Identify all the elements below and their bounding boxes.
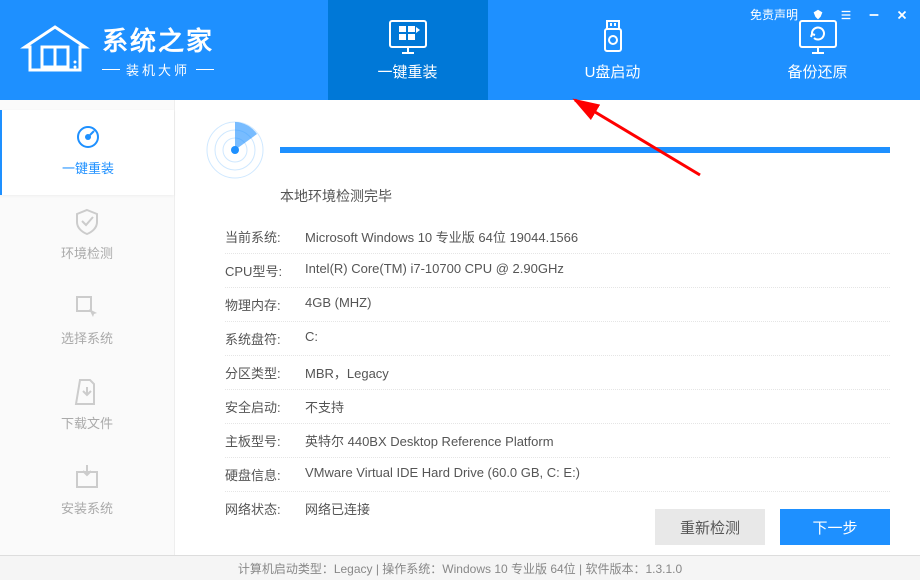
tab-usb-boot[interactable]: U盘启动 bbox=[533, 0, 693, 100]
user-icon[interactable] bbox=[810, 7, 826, 23]
progress-bar bbox=[280, 147, 890, 153]
info-row-motherboard: 主板型号:英特尔 440BX Desktop Reference Platfor… bbox=[225, 424, 890, 458]
info-label: 当前系统: bbox=[225, 227, 305, 246]
info-label: 安全启动: bbox=[225, 397, 305, 416]
info-row-os: 当前系统:Microsoft Windows 10 专业版 64位 19044.… bbox=[225, 220, 890, 254]
app-header: 系统之家 装机大师 一键重装 U盘启动 备份还原 免责声明 bbox=[0, 0, 920, 100]
info-value: 4GB (MHZ) bbox=[305, 295, 890, 314]
progress-status-text: 本地环境检测完毕 bbox=[280, 186, 890, 206]
action-buttons: 重新检测 下一步 bbox=[655, 509, 890, 545]
close-icon[interactable] bbox=[894, 7, 910, 23]
info-label: 硬盘信息: bbox=[225, 465, 305, 484]
sidebar-label: 下载文件 bbox=[0, 413, 174, 432]
app-title: 系统之家 bbox=[102, 21, 214, 58]
info-row-sysdrive: 系统盘符:C: bbox=[225, 322, 890, 356]
tab-label: U盘启动 bbox=[585, 61, 641, 82]
body-area: 一键重装 环境检测 选择系统 下载文件 安装系统 bbox=[0, 100, 920, 555]
sidebar-label: 环境检测 bbox=[0, 243, 174, 262]
target-icon bbox=[73, 122, 103, 152]
info-value: VMware Virtual IDE Hard Drive (60.0 GB, … bbox=[305, 465, 890, 484]
radar-spinner-icon bbox=[205, 120, 265, 180]
minimize-icon[interactable] bbox=[866, 7, 882, 23]
system-info-list: 当前系统:Microsoft Windows 10 专业版 64位 19044.… bbox=[225, 220, 890, 525]
info-label: 主板型号: bbox=[225, 431, 305, 450]
info-value: Microsoft Windows 10 专业版 64位 19044.1566 bbox=[305, 227, 890, 246]
next-button[interactable]: 下一步 bbox=[780, 509, 890, 545]
logo-area: 系统之家 装机大师 bbox=[0, 21, 305, 79]
disclaimer-link[interactable]: 免责声明 bbox=[750, 6, 798, 23]
progress-row bbox=[205, 120, 890, 180]
status-text: 计算机启动类型：Legacy | 操作系统：Windows 10 专业版 64位… bbox=[238, 560, 682, 577]
sidebar: 一键重装 环境检测 选择系统 下载文件 安装系统 bbox=[0, 100, 175, 555]
tab-label: 一键重装 bbox=[377, 61, 437, 82]
redetect-button[interactable]: 重新检测 bbox=[655, 509, 765, 545]
tab-reinstall[interactable]: 一键重装 bbox=[328, 0, 488, 100]
sidebar-item-download[interactable]: 下载文件 bbox=[0, 365, 174, 450]
info-label: 网络状态: bbox=[225, 499, 305, 518]
sidebar-item-install[interactable]: 安装系统 bbox=[0, 450, 174, 535]
info-row-memory: 物理内存:4GB (MHZ) bbox=[225, 288, 890, 322]
info-value: MBR，Legacy bbox=[305, 363, 890, 382]
install-box-icon bbox=[72, 462, 102, 492]
shield-check-icon bbox=[72, 207, 102, 237]
tab-label: 备份还原 bbox=[787, 61, 847, 82]
info-label: CPU型号: bbox=[225, 261, 305, 280]
download-file-icon bbox=[72, 377, 102, 407]
window-controls: 免责声明 bbox=[750, 6, 910, 23]
info-value: C: bbox=[305, 329, 890, 348]
settings-icon[interactable] bbox=[838, 7, 854, 23]
info-row-disk: 硬盘信息:VMware Virtual IDE Hard Drive (60.0… bbox=[225, 458, 890, 492]
sidebar-label: 选择系统 bbox=[0, 328, 174, 347]
info-row-secureboot: 安全启动:不支持 bbox=[225, 390, 890, 424]
status-bar: 计算机启动类型：Legacy | 操作系统：Windows 10 专业版 64位… bbox=[0, 555, 920, 580]
sidebar-item-reinstall[interactable]: 一键重装 bbox=[0, 110, 174, 195]
sidebar-label: 一键重装 bbox=[2, 158, 174, 177]
main-panel: 本地环境检测完毕 当前系统:Microsoft Windows 10 专业版 6… bbox=[175, 100, 920, 555]
info-row-cpu: CPU型号:Intel(R) Core(TM) i7-10700 CPU @ 2… bbox=[225, 254, 890, 288]
info-label: 系统盘符: bbox=[225, 329, 305, 348]
monitor-windows-icon bbox=[388, 19, 428, 55]
monitor-refresh-icon bbox=[798, 19, 838, 55]
info-label: 物理内存: bbox=[225, 295, 305, 314]
sidebar-label: 安装系统 bbox=[0, 498, 174, 517]
info-label: 分区类型: bbox=[225, 363, 305, 382]
info-row-partition: 分区类型:MBR，Legacy bbox=[225, 356, 890, 390]
sidebar-item-select-system[interactable]: 选择系统 bbox=[0, 280, 174, 365]
info-value: 不支持 bbox=[305, 397, 890, 416]
info-value: Intel(R) Core(TM) i7-10700 CPU @ 2.90GHz bbox=[305, 261, 890, 280]
app-logo-icon bbox=[20, 25, 90, 75]
app-subtitle: 装机大师 bbox=[102, 60, 214, 79]
usb-drive-icon bbox=[593, 19, 633, 55]
info-value: 英特尔 440BX Desktop Reference Platform bbox=[305, 431, 890, 450]
sidebar-item-env-check[interactable]: 环境检测 bbox=[0, 195, 174, 280]
select-icon bbox=[72, 292, 102, 322]
